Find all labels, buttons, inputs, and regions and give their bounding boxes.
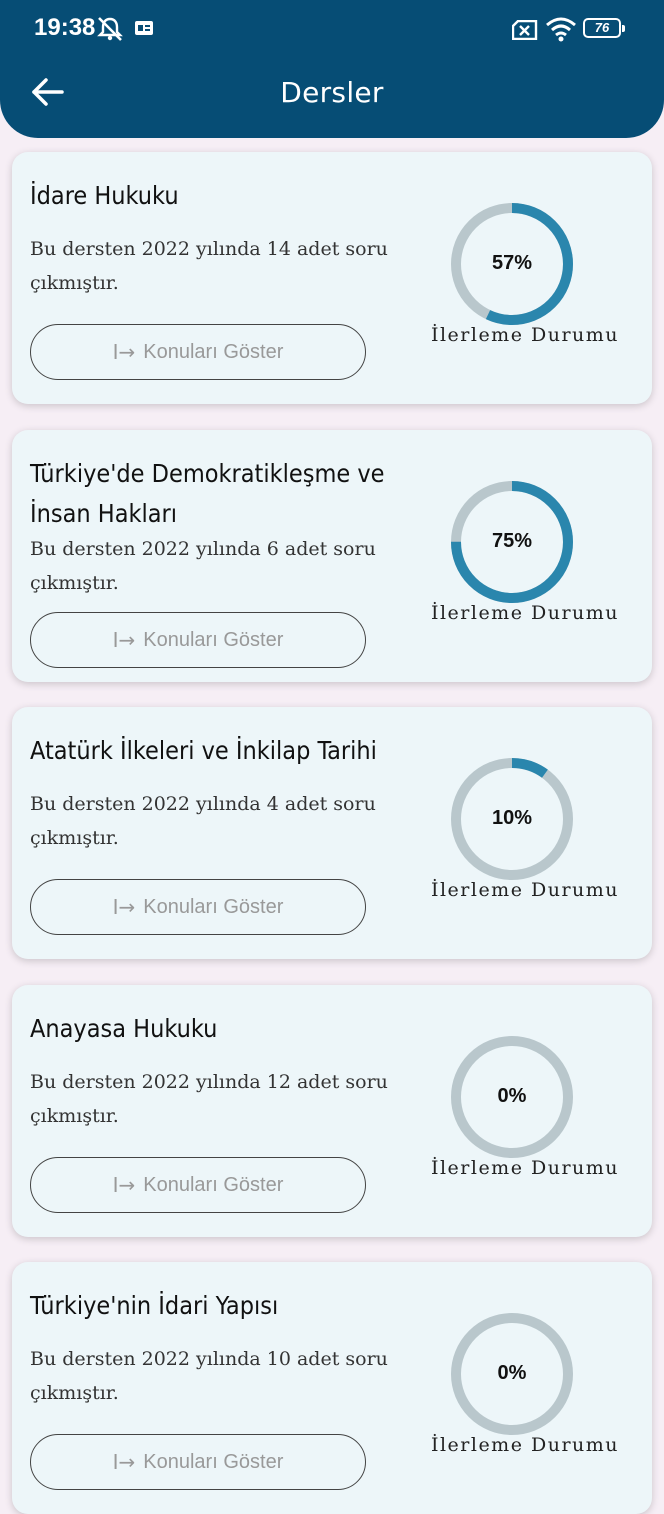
course-title: Anayasa Hukuku	[30, 1014, 218, 1043]
show-topics-label: Konuları Göster	[143, 628, 284, 651]
course-description: Bu dersten 2022 yılında 10 adet soru çık…	[30, 1348, 388, 1404]
no-sim-icon	[512, 20, 538, 40]
show-topics-label: Konuları Göster	[143, 1173, 284, 1196]
show-topics-label: Konuları Göster	[143, 340, 284, 363]
notification-card-icon	[135, 21, 153, 35]
arrow-right-to-bar-icon: I→	[112, 1173, 136, 1197]
app-bar: 19:38 76 Dersler	[0, 0, 664, 138]
course-card: Atatürk İlkeleri ve İnkilap Tarihi Bu der…	[12, 707, 652, 959]
battery-indicator: 76	[583, 18, 625, 38]
progress-percent: 0%	[497, 1362, 527, 1384]
silent-mode-icon	[97, 17, 123, 41]
show-topics-button[interactable]: I→ Konuları Göster	[30, 1434, 366, 1490]
progress-percent: 75%	[491, 530, 533, 552]
course-card: Türkiye'nin İdari Yapısı Bu dersten 2022 …	[12, 1262, 652, 1514]
show-topics-label: Konuları Göster	[143, 895, 284, 918]
progress-label: İlerleme Durumu	[430, 1434, 620, 1456]
show-topics-label: Konuları Göster	[143, 1450, 284, 1473]
course-card: Türkiye'de Demokratikleşme ve İnsan Hakl…	[12, 430, 652, 682]
arrow-right-to-bar-icon: I→	[112, 340, 136, 364]
progress-label: İlerleme Durumu	[430, 324, 620, 346]
show-topics-button[interactable]: I→ Konuları Göster	[30, 1157, 366, 1213]
course-title: Atatürk İlkeleri ve İnkilap Tarihi	[30, 736, 377, 765]
progress-percent: 10%	[491, 807, 533, 829]
arrow-right-to-bar-icon: I→	[112, 1450, 136, 1474]
show-topics-button[interactable]: I→ Konuları Göster	[30, 612, 366, 668]
course-description: Bu dersten 2022 yılında 12 adet soru çık…	[30, 1071, 388, 1127]
show-topics-button[interactable]: I→ Konuları Göster	[30, 879, 366, 935]
show-topics-button[interactable]: I→ Konuları Göster	[30, 324, 366, 380]
arrow-right-to-bar-icon: I→	[112, 628, 136, 652]
page-title: Dersler	[280, 76, 384, 109]
course-title: Türkiye'de Demokratikleşme ve İnsan Hakl…	[30, 459, 385, 528]
course-description: Bu dersten 2022 yılında 4 adet soru çıkm…	[30, 793, 376, 849]
arrow-right-to-bar-icon: I→	[112, 895, 136, 919]
progress-percent: 57%	[491, 252, 533, 274]
progress-label: İlerleme Durumu	[430, 1157, 620, 1179]
wifi-icon	[546, 17, 576, 42]
status-bar: 19:38 76	[0, 0, 664, 60]
status-time: 19:38	[34, 14, 96, 41]
progress-percent: 0%	[497, 1085, 527, 1107]
course-description: Bu dersten 2022 yılında 14 adet soru çık…	[30, 238, 388, 294]
progress-label: İlerleme Durumu	[430, 879, 620, 901]
course-card: İdare Hukuku Bu dersten 2022 yılında 14 a…	[12, 152, 652, 404]
progress-label: İlerleme Durumu	[430, 602, 620, 624]
course-title: Türkiye'nin İdari Yapısı	[30, 1291, 279, 1320]
course-card: Anayasa Hukuku Bu dersten 2022 yılında 12…	[12, 985, 652, 1237]
course-description: Bu dersten 2022 yılında 6 adet soru çıkm…	[30, 538, 376, 594]
course-title: İdare Hukuku	[30, 181, 179, 210]
